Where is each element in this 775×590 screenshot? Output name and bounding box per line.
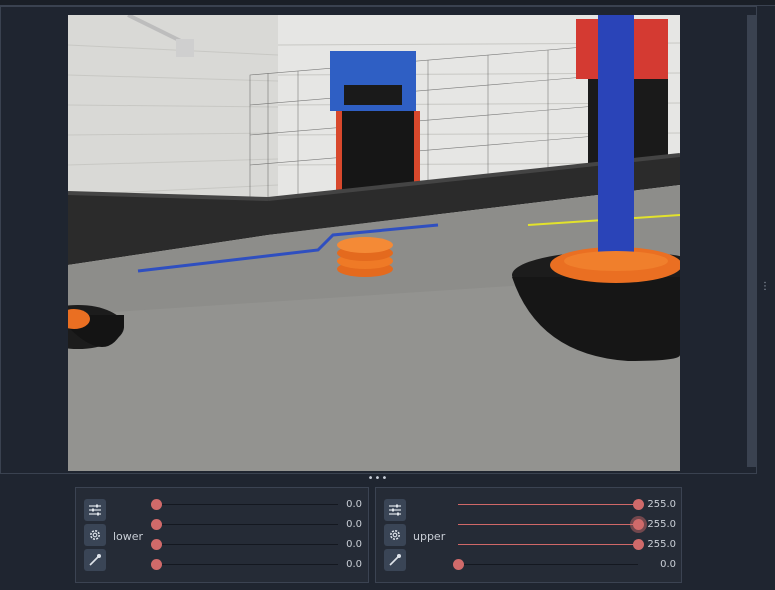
splitter-handle-icon[interactable]: ⋮: [760, 282, 770, 306]
lower-slider-1[interactable]: [151, 499, 338, 511]
eyedropper-icon[interactable]: [84, 549, 106, 571]
lower-slider-2[interactable]: [151, 519, 338, 531]
slider-thumb[interactable]: [453, 559, 464, 570]
upper-slider-4[interactable]: [453, 559, 638, 571]
lower-value-2: 0.0: [346, 519, 362, 530]
lower-threshold-panel: lower 0.0 0.0 0.0 0.0: [75, 487, 369, 583]
eyedropper-icon[interactable]: [384, 549, 406, 571]
upper-value-2: 255.0: [647, 519, 676, 530]
vertical-scrollbar[interactable]: [747, 15, 756, 467]
upper-value-1: 255.0: [647, 499, 676, 510]
panel-resize-handle-icon[interactable]: •••: [367, 474, 389, 484]
lower-slider-3[interactable]: [151, 539, 338, 551]
upper-slider-3[interactable]: [458, 539, 644, 551]
upper-value-4: 0.0: [660, 559, 676, 570]
upper-label: upper: [413, 530, 446, 543]
lower-value-3: 0.0: [346, 539, 362, 550]
upper-slider-2[interactable]: [458, 519, 644, 531]
upper-slider-1[interactable]: [458, 499, 644, 511]
sliders-icon[interactable]: [384, 499, 406, 521]
lower-value-1: 0.0: [346, 499, 362, 510]
lower-slider-4[interactable]: [151, 559, 338, 571]
lower-value-4: 0.0: [346, 559, 362, 570]
camera-frame-image: [68, 15, 680, 471]
slider-thumb[interactable]: [151, 559, 162, 570]
slider-thumb[interactable]: [151, 539, 162, 550]
gear-icon[interactable]: [384, 524, 406, 546]
upper-threshold-panel: upper 255.0 255.0 255.0 0.0: [375, 487, 682, 583]
sliders-icon[interactable]: [84, 499, 106, 521]
gear-icon[interactable]: [84, 524, 106, 546]
slider-thumb[interactable]: [151, 499, 162, 510]
lower-label: lower: [113, 530, 144, 543]
slider-thumb[interactable]: [151, 519, 162, 530]
upper-value-3: 255.0: [647, 539, 676, 550]
image-viewer[interactable]: [0, 6, 757, 474]
